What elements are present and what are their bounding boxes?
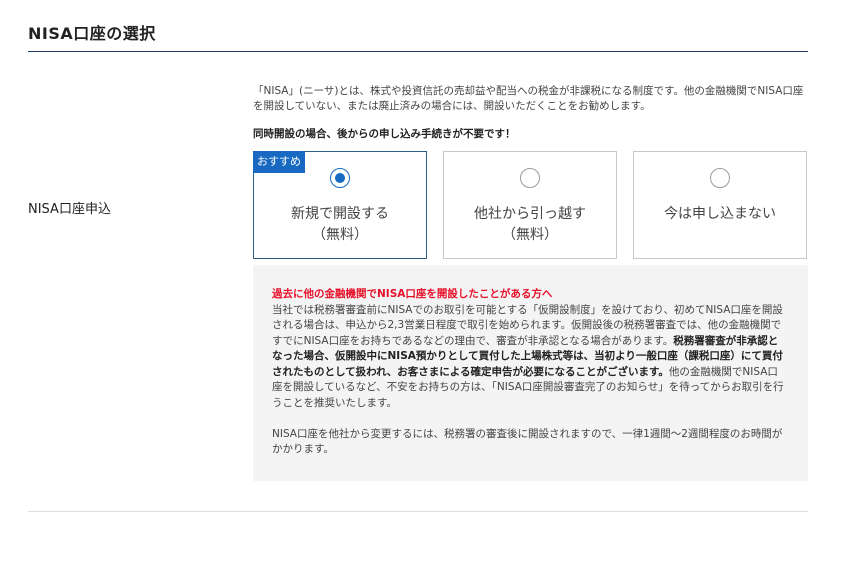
radio-not-now[interactable] xyxy=(710,168,730,188)
nisa-application-label: NISA口座申込 xyxy=(28,202,111,217)
radio-selected-dot xyxy=(335,173,345,183)
bottom-divider xyxy=(28,511,808,512)
option-new-account-line1: 新規で開設する xyxy=(291,206,389,222)
info-paragraph-1: 当社では税務署審査前にNISAでのお取引を可能とする「仮開設制度」を設けており、… xyxy=(272,303,788,412)
title-divider xyxy=(28,51,808,52)
radio-transfer[interactable] xyxy=(520,168,540,188)
section-title: NISA口座の選択 xyxy=(28,24,156,43)
option-not-now-line1: 今は申し込まない xyxy=(664,206,776,222)
simultaneous-notice: 同時開設の場合、後からの申し込み手続きが不要です！ xyxy=(253,128,516,140)
option-transfer-label: 他社から引っ越す （無料） xyxy=(444,204,616,246)
option-new-account-label: 新規で開設する （無料） xyxy=(254,204,426,246)
nisa-info-box: 過去に他の金融機関でNISA口座を開設したことがある方へ 当社では税務署審査前に… xyxy=(253,265,808,481)
option-not-now-label: 今は申し込まない xyxy=(634,204,806,225)
option-transfer-line2: （無料） xyxy=(502,227,558,243)
nisa-intro-text: 「NISA」(ニーサ)とは、株式や投資信託の売却益や配当への税金が非課税になる制… xyxy=(253,85,804,112)
option-transfer[interactable]: 他社から引っ越す （無料） xyxy=(443,151,617,259)
info-heading: 過去に他の金融機関でNISA口座を開設したことがある方へ xyxy=(272,288,553,300)
option-transfer-line1: 他社から引っ越す xyxy=(474,206,586,222)
recommended-badge: おすすめ xyxy=(253,151,305,173)
option-new-account[interactable]: おすすめ 新規で開設する （無料） xyxy=(253,151,427,259)
option-new-account-line2: （無料） xyxy=(312,227,368,243)
option-not-now[interactable]: 今は申し込まない xyxy=(633,151,807,259)
radio-new-account[interactable] xyxy=(330,168,350,188)
info-paragraph-2: NISA口座を他社から変更するには、税務署の審査後に開設されますので、一律1週間… xyxy=(272,427,783,456)
